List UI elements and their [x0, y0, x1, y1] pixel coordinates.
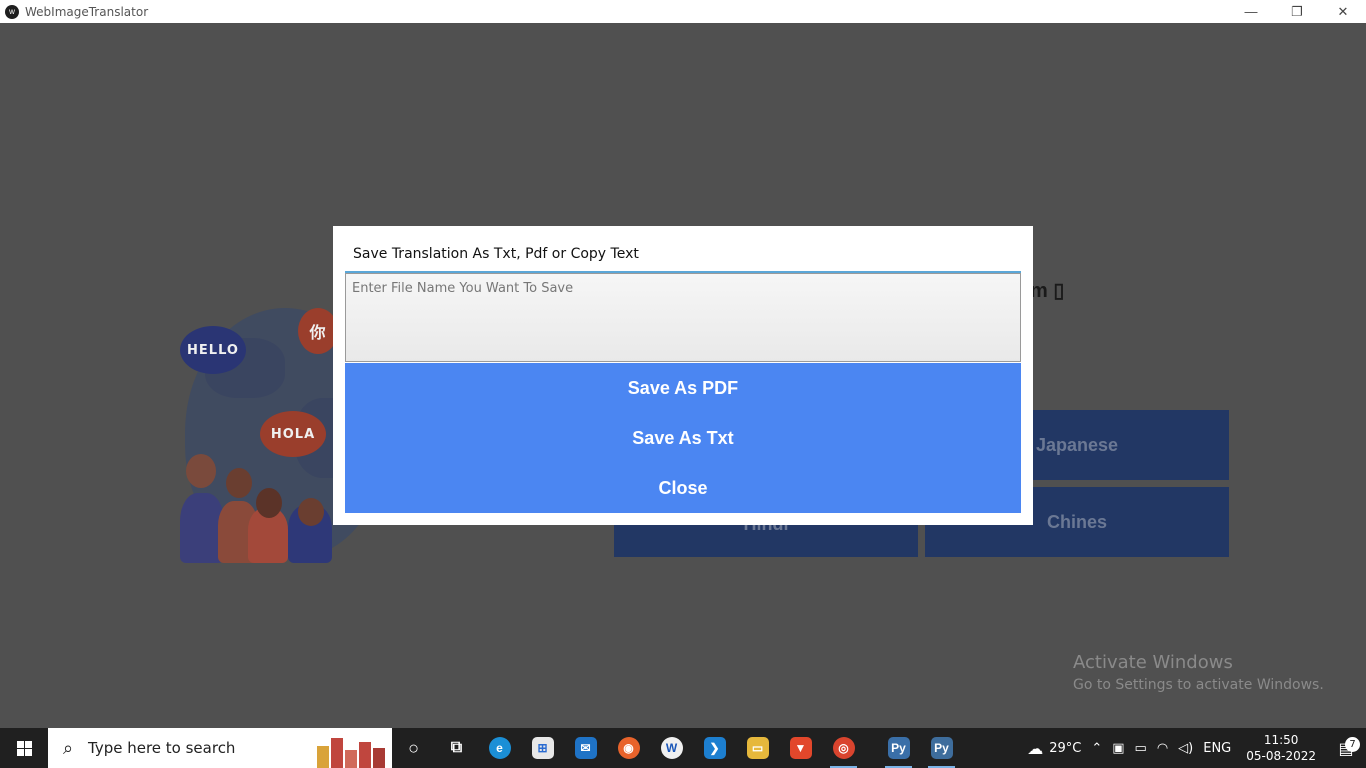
vscode-icon[interactable]: ❯ [693, 728, 736, 768]
search-icon: ⌕ [62, 737, 74, 758]
chrome-icon[interactable]: ◎ [822, 728, 865, 768]
firefox-icon[interactable]: ◉ [607, 728, 650, 768]
cloud-icon: ☁ [1027, 738, 1044, 758]
window-controls: — ❐ ✕ [1228, 0, 1366, 23]
file-name-input[interactable] [345, 273, 1021, 362]
file-explorer-icon[interactable]: ▭ [736, 728, 779, 768]
notification-count-badge: 7 [1345, 736, 1360, 752]
system-clock[interactable]: 11:50 05-08-2022 [1236, 732, 1326, 764]
windows-logo-icon [16, 740, 32, 756]
system-tray: ☁ 29°C ⌃ ▣ ▭ ◠ ◁) ENG 11:50 05-08-2022 ▤… [1022, 728, 1366, 768]
close-dialog-button[interactable]: Close [345, 463, 1021, 513]
activate-windows-watermark: Activate Windows Go to Settings to activ… [1073, 652, 1324, 693]
python-app-icon[interactable]: Py [920, 728, 963, 768]
watermark-title: Activate Windows [1073, 652, 1233, 673]
restore-button[interactable]: ❐ [1274, 0, 1320, 23]
watermark-subtitle: Go to Settings to activate Windows. [1073, 677, 1324, 693]
cortana-icon[interactable]: ○ [392, 728, 435, 768]
page-heading: m ▯ [1030, 280, 1065, 302]
search-highlight-icon [317, 728, 392, 768]
close-window-button[interactable]: ✕ [1320, 0, 1366, 23]
input-language[interactable]: ENG [1198, 741, 1236, 756]
volume-icon[interactable]: ◁) [1173, 741, 1198, 756]
show-hidden-icons-chevron-icon[interactable]: ⌃ [1086, 741, 1107, 756]
mail-icon[interactable]: ✉ [564, 728, 607, 768]
notification-center-button[interactable]: ▤ 7 [1326, 736, 1366, 758]
store-icon[interactable]: ⊞ [521, 728, 564, 768]
clock-time: 11:50 [1263, 733, 1299, 747]
app-logo-icon: w [5, 4, 19, 19]
taskbar: ⌕ Type here to search ○ ⧉ e ⊞ ✉ ◉ W ❯ ▭ … [0, 728, 1366, 768]
search-placeholder: Type here to search [88, 739, 236, 757]
window-title: WebImageTranslator [25, 4, 149, 19]
dialog-button-panel: Save As PDF Save As Txt Close [345, 363, 1021, 513]
battery-icon[interactable]: ▭ [1130, 741, 1152, 756]
wifi-icon[interactable]: ◠ [1152, 741, 1173, 756]
save-as-pdf-button[interactable]: Save As PDF [345, 363, 1021, 413]
start-button[interactable] [0, 728, 48, 768]
dialog-title: Save Translation As Txt, Pdf or Copy Tex… [353, 246, 639, 262]
task-view-icon[interactable]: ⧉ [435, 728, 478, 768]
weather-widget[interactable]: ☁ 29°C [1022, 739, 1086, 758]
save-dialog: Save Translation As Txt, Pdf or Copy Tex… [333, 226, 1033, 525]
weather-temperature: 29°C [1049, 740, 1082, 756]
python-idle-icon[interactable]: Py [877, 728, 920, 768]
taskbar-search-box[interactable]: ⌕ Type here to search [48, 728, 392, 768]
hello-bubble: HELLO [180, 326, 246, 374]
wordpad-icon[interactable]: W [650, 728, 693, 768]
brave-icon[interactable]: ▼ [779, 728, 822, 768]
clock-date: 05-08-2022 [1246, 749, 1316, 763]
meet-now-icon[interactable]: ▣ [1107, 741, 1129, 756]
edge-icon[interactable]: e [478, 728, 521, 768]
title-bar: w WebImageTranslator — ❐ ✕ [0, 0, 1366, 23]
chinese-bubble: 你 [298, 308, 338, 354]
save-as-txt-button[interactable]: Save As Txt [345, 413, 1021, 463]
minimize-button[interactable]: — [1228, 0, 1274, 23]
